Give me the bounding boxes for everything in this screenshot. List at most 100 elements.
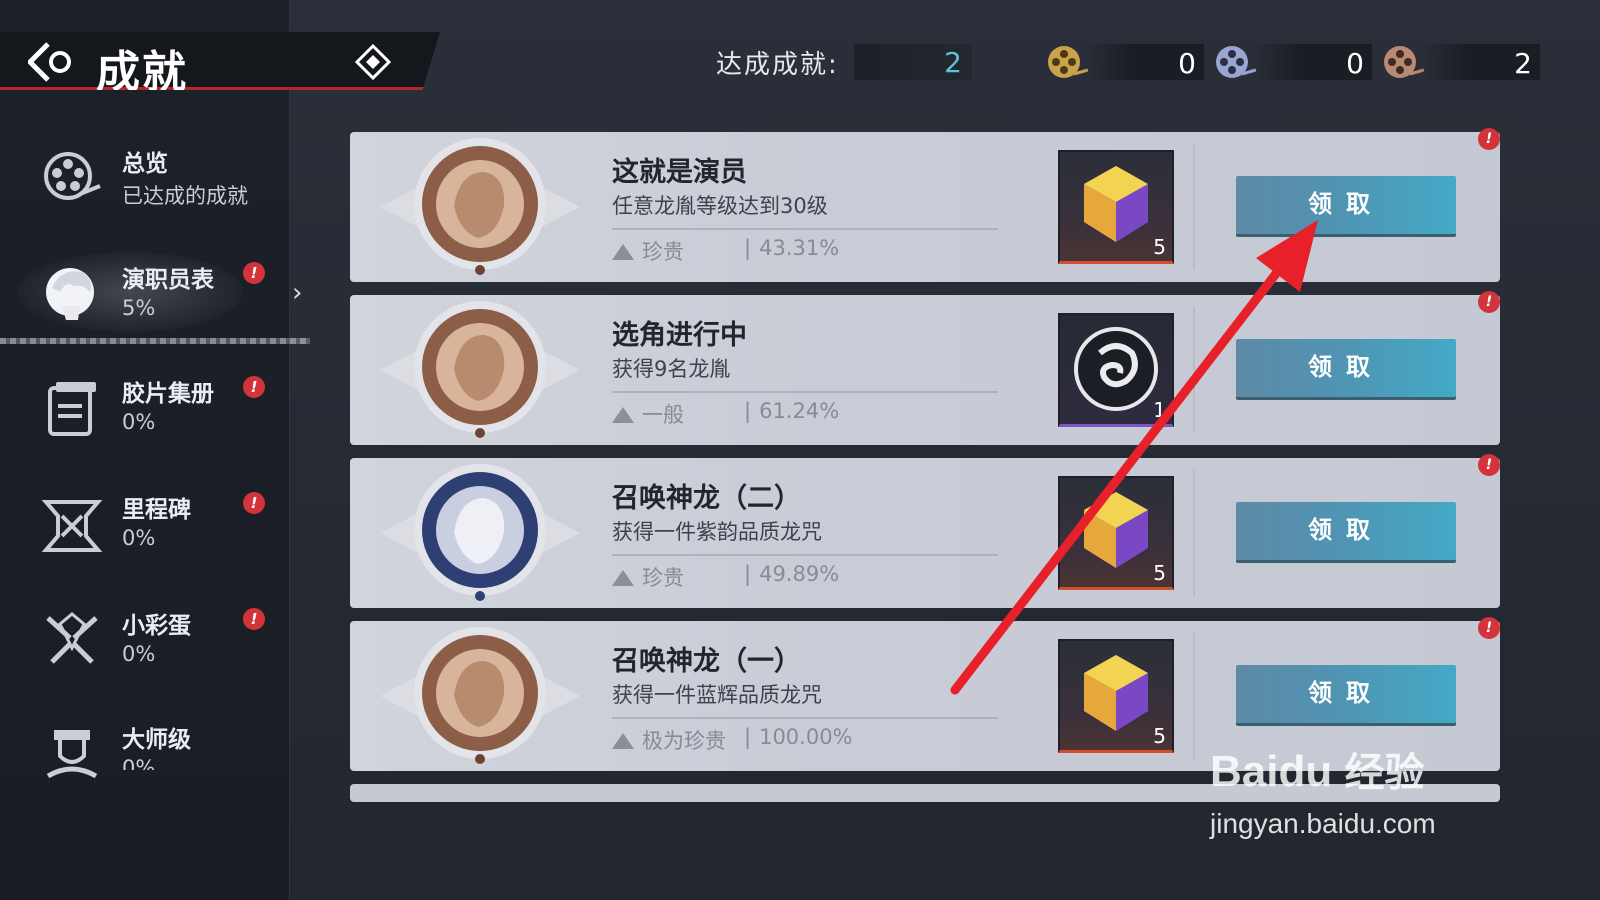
bronze-emblem-icon [380,301,580,438]
rarity: 珍贵 [612,562,684,592]
bronze-emblem-icon [380,138,580,275]
completion-percent: 43.31% [744,236,839,260]
sidebar-item-sub: 5% [122,296,156,320]
completion-percent: 49.89% [744,562,839,586]
currency-gold: 0 [1044,40,1204,82]
master-icon [46,730,98,779]
rarity-triangle-icon [612,733,634,749]
milestone-icon [41,500,103,552]
currency-value: 0 [1346,47,1364,80]
gem-icon [1084,166,1148,242]
sidebar-item-sub: 0% [122,410,156,434]
separator [1193,307,1195,433]
reward-item[interactable]: 1 [1058,313,1174,427]
achievement-stats: 达成成就: 2 0 0 2 [716,40,1576,82]
sidebar-item-master[interactable]: 大师级 0% [0,704,290,804]
bronze-film-reel-icon [1384,46,1424,78]
currency-box: 0 [1252,44,1372,80]
film-album-icon [48,382,96,436]
sidebar-item-credits[interactable]: 演职员表 5% ! › [0,244,310,344]
divider [612,717,998,719]
sidebar-item-sub: 0% [122,756,156,770]
claim-button[interactable]: 领取 [1236,665,1456,723]
sidebar-item-sub: 0% [122,642,156,666]
rarity: 一般 [612,399,684,429]
sidebar-item-label: 大师级 [122,726,191,753]
rarity-label: 珍贵 [642,566,684,590]
divider [612,228,998,230]
separator [1193,144,1195,270]
reward-count: 5 [1153,235,1166,259]
sidebar-item-label: 小彩蛋 [122,612,191,639]
claim-button[interactable]: 领取 [1236,176,1456,234]
sidebar-item-film-album[interactable]: 胶片集册 0% ! [0,358,290,458]
achievement-name: 召唤神龙（二） [612,483,801,514]
divider [612,554,998,556]
watermark-url: jingyan.baidu.com [1210,808,1436,839]
character-head-icon [46,268,94,320]
alert-badge: ! [243,262,265,284]
rarity: 珍贵 [612,236,684,266]
sidebar-item-sub: 已达成的成就 [122,184,248,208]
rarity-triangle-icon [612,244,634,260]
claim-button[interactable]: 领取 [1236,502,1456,560]
achievement-card: 这就是演员 任意龙胤等级达到30级 珍贵 43.31% 5 领取 ! [350,128,1500,282]
diamond-icon [355,44,391,80]
reward-count: 5 [1153,561,1166,585]
reward-item[interactable]: 5 [1058,150,1174,264]
sidebar: 总览 已达成的成就 演职员表 5% ! › 胶片集册 0% ! 里程碑 0% ! [0,0,310,900]
currency-box: 2 [1420,44,1540,80]
reward-count: 5 [1153,724,1166,748]
gem-icon [1084,492,1148,568]
achieved-count: 2 [944,46,962,79]
sidebar-item-sub: 0% [122,526,156,550]
sidebar-item-label: 胶片集册 [122,380,214,407]
sidebar-item-label: 演职员表 [122,266,214,293]
rarity-triangle-icon [612,407,634,423]
rarity-label: 一般 [642,403,684,427]
achievement-desc: 获得一件蓝辉品质龙咒 [612,683,822,707]
achieved-label: 达成成就: [716,50,839,80]
achievement-card: 选角进行中 获得9名龙胤 一般 61.24% 1 领取 ! [350,291,1500,445]
currency-box: 0 [1084,44,1204,80]
divider [612,391,998,393]
film-reel-icon [44,152,101,200]
blue-emblem-icon [380,464,580,601]
watermark-brand-cn: 经验 [1344,751,1425,795]
sidebar-item-easter-egg[interactable]: 小彩蛋 0% ! [0,590,290,690]
alert-badge: ! [1478,617,1500,639]
currency-silver: 0 [1212,40,1372,82]
dragon-medallion-icon [1074,327,1158,411]
achieved-count-box: 2 [854,44,972,80]
alert-badge: ! [1478,291,1500,313]
sidebar-item-overview[interactable]: 总览 已达成的成就 [0,128,290,228]
gem-icon [1084,655,1148,731]
rarity-triangle-icon [612,570,634,586]
alert-badge: ! [243,376,265,398]
separator [1193,470,1195,596]
watermark-brand: Baidu 经验 [1210,740,1424,798]
claim-button[interactable]: 领取 [1236,339,1456,397]
gold-film-reel-icon [1048,46,1088,78]
rarity-label: 极为珍贵 [642,729,726,753]
achievement-name: 这就是演员 [612,157,747,188]
rarity: 极为珍贵 [612,725,726,755]
reward-item[interactable]: 5 [1058,476,1174,590]
completion-percent: 100.00% [744,725,852,749]
watermark-brand-b: du [1278,747,1333,796]
watermark-brand-a: Bai [1210,747,1279,796]
bronze-emblem-icon [380,627,580,764]
sidebar-item-label: 里程碑 [122,496,191,523]
sidebar-item-milestone[interactable]: 里程碑 0% ! [0,474,290,574]
achievement-desc: 获得一件紫韵品质龙咒 [612,520,822,544]
baidu-watermark: Baidu 经验 jingyan.baidu.com [1210,740,1490,850]
sidebar-item-label: 总览 [122,150,168,177]
rarity-label: 珍贵 [642,240,684,264]
reward-item[interactable]: 5 [1058,639,1174,753]
easter-egg-icon [46,612,98,664]
alert-badge: ! [1478,128,1500,150]
separator [1193,633,1195,759]
achievement-desc: 获得9名龙胤 [612,357,731,381]
currency-bronze: 2 [1380,40,1540,82]
back-arrow-icon[interactable] [28,40,76,84]
